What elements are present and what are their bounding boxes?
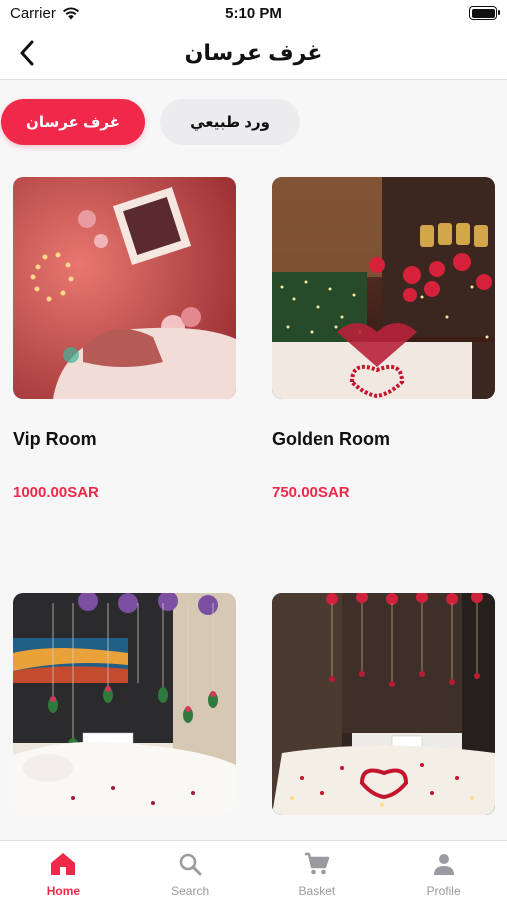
category-tabs: غرف عرسان ورد طبيعي bbox=[0, 99, 507, 145]
product-title: Vip Room bbox=[13, 429, 97, 449]
product-card[interactable] bbox=[272, 593, 495, 815]
product-image bbox=[272, 593, 495, 815]
product-image bbox=[13, 593, 236, 815]
product-image bbox=[13, 177, 236, 399]
tab-label: Search bbox=[171, 884, 210, 898]
bottom-tab-bar: Home Search Basket Profile bbox=[0, 840, 507, 900]
category-chip-wedding-rooms[interactable]: غرف عرسان bbox=[1, 99, 145, 145]
status-bar: Carrier 5:10 PM bbox=[0, 0, 507, 28]
navigation-bar: غرف عرسان bbox=[0, 28, 507, 80]
product-price: 1000.00SAR bbox=[13, 484, 99, 501]
tab-home[interactable]: Home bbox=[0, 841, 127, 900]
tab-label: Basket bbox=[298, 884, 336, 898]
product-card[interactable] bbox=[13, 593, 236, 815]
search-icon bbox=[176, 850, 204, 878]
tab-label: Profile bbox=[426, 884, 461, 898]
battery-icon bbox=[469, 6, 500, 20]
product-card[interactable]: Vip Room 1000.00SAR bbox=[13, 177, 236, 501]
category-chip-natural-flowers[interactable]: ورد طبيعي bbox=[160, 99, 300, 145]
tab-basket[interactable]: Basket bbox=[254, 841, 381, 900]
page-title: غرف عرسان bbox=[184, 40, 323, 65]
product-image bbox=[272, 177, 495, 399]
tab-profile[interactable]: Profile bbox=[380, 841, 507, 900]
cart-icon bbox=[303, 850, 331, 878]
tab-search[interactable]: Search bbox=[127, 841, 254, 900]
person-icon bbox=[430, 850, 458, 878]
clock: 5:10 PM bbox=[225, 5, 282, 22]
home-icon bbox=[49, 850, 77, 878]
product-card[interactable]: Golden Room 750.00SAR bbox=[272, 177, 495, 501]
tab-label: Home bbox=[46, 884, 81, 898]
product-title: Golden Room bbox=[272, 429, 390, 449]
product-price: 750.00SAR bbox=[272, 484, 350, 501]
